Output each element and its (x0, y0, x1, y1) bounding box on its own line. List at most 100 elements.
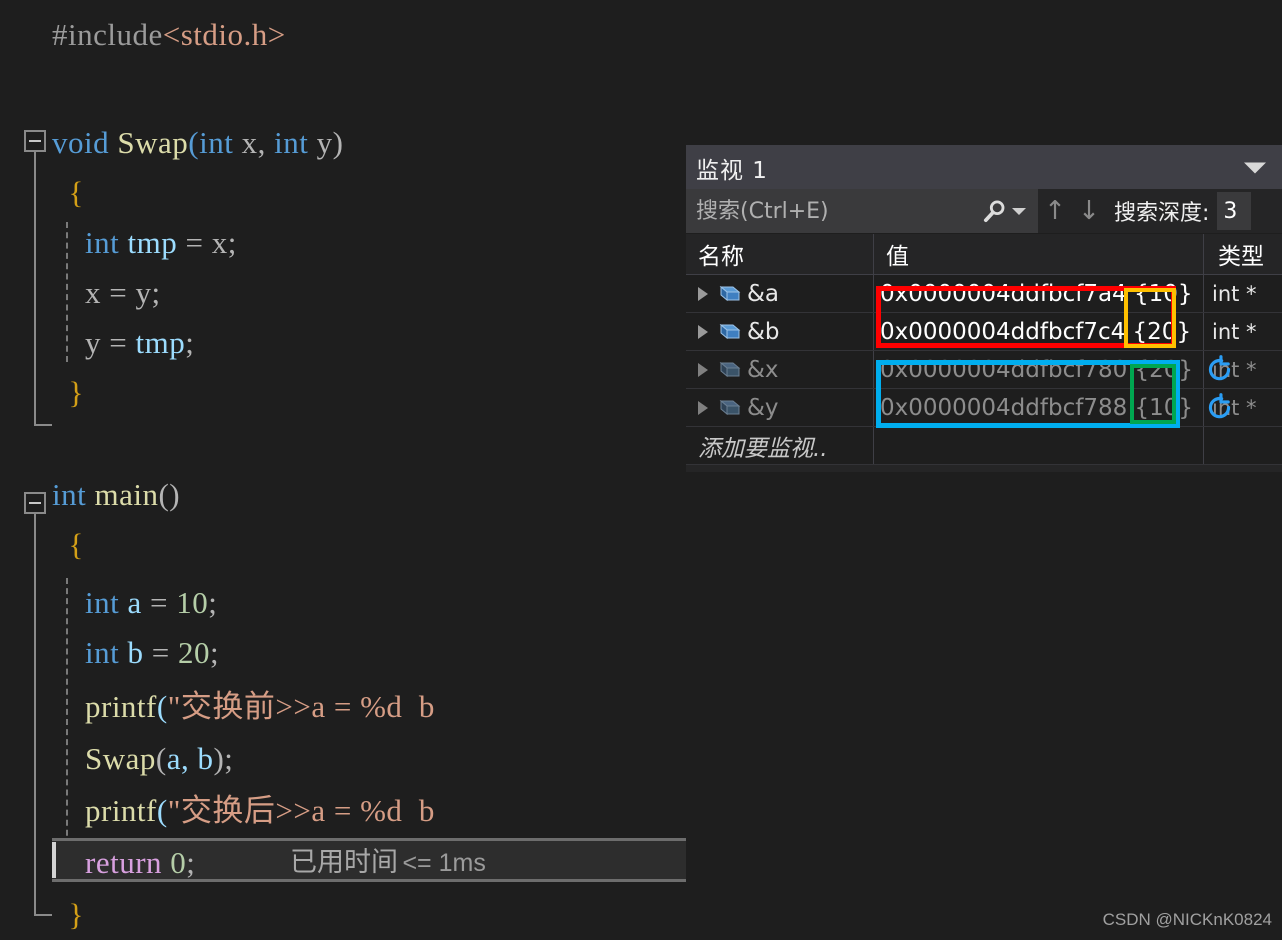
code-token: = (150, 585, 177, 620)
expand-triangle-icon[interactable] (692, 324, 714, 339)
watch-value-cell[interactable]: 0x0000004ddfbcf7a4 {10} (874, 275, 1204, 312)
column-header-value[interactable]: 值 (874, 234, 1204, 274)
expand-triangle-icon[interactable] (692, 362, 714, 377)
watch-grid: 名称 值 类型 &a 0x0000004ddfbcf7a4 {10} int * &b… (686, 234, 1282, 465)
fold-foot-swap (34, 424, 52, 426)
code-token: 20 (177, 635, 210, 670)
code-editor[interactable]: #include<stdio.h> void Swap(int x, int y)… (0, 0, 686, 940)
code-token: "交换后>>a = %d b (167, 793, 444, 828)
watch-window-title: 监视 1 (696, 158, 768, 184)
fold-toggle-swap[interactable] (24, 130, 46, 152)
table-row[interactable]: &a 0x0000004ddfbcf7a4 {10} int * (686, 275, 1282, 313)
expand-triangle-icon[interactable] (692, 286, 714, 301)
search-prev-button[interactable]: ↑ (1038, 189, 1072, 233)
code-token: } (52, 897, 84, 932)
elapsed-time-value: <= 1ms (402, 849, 486, 877)
code-token: y = (52, 325, 136, 360)
code-token: int (199, 125, 242, 160)
code-token: ; (209, 635, 220, 670)
code-token: void (52, 125, 118, 160)
variable-cube-icon (719, 323, 741, 339)
add-watch-name-cell[interactable]: 添加要监视.. (686, 427, 874, 464)
code-token: a (127, 585, 150, 620)
add-watch-value-cell[interactable] (874, 427, 1204, 464)
search-icon[interactable] (982, 198, 1008, 224)
watermark: CSDN @NICKnK0824 (1102, 910, 1272, 929)
search-options-chevron-icon[interactable] (1012, 207, 1026, 215)
add-watch-row[interactable]: 添加要监视.. (686, 427, 1282, 465)
watch-value-cell[interactable]: 0x0000004ddfbcf788 {10} (874, 389, 1204, 426)
add-watch-placeholder: 添加要监视.. (698, 435, 828, 462)
fold-toggle-main[interactable] (24, 492, 46, 514)
add-watch-type-cell[interactable] (1204, 427, 1282, 464)
elapsed-time-annotation: 已用时间 <= 1ms (290, 838, 486, 888)
code-token: { (52, 175, 84, 210)
elapsed-time-label: 已用时间 (290, 847, 398, 878)
watch-name: &y (747, 394, 779, 421)
code-token: "交换前>>a = %d b (167, 689, 444, 724)
watch-value: 0x0000004ddfbcf780 {20} (880, 356, 1194, 383)
code-token: { (52, 527, 84, 562)
code-token: tmp (127, 225, 186, 260)
watch-type: int * (1212, 319, 1257, 344)
watch-name: &a (747, 280, 780, 307)
code-token: 10 (176, 585, 209, 620)
code-token: return (85, 845, 171, 880)
code-token: ); (213, 741, 234, 776)
search-depth-label: 搜索深度: (1114, 201, 1210, 226)
chevron-down-icon[interactable] (1244, 162, 1266, 174)
watch-name-cell[interactable]: &a (686, 275, 874, 312)
search-depth-value[interactable]: 3 (1217, 192, 1252, 230)
code-token: int (274, 125, 317, 160)
column-header-name[interactable]: 名称 (686, 234, 874, 274)
table-row[interactable]: &b 0x0000004ddfbcf7c4 {20} int * (686, 313, 1282, 351)
code-token: ; (186, 845, 196, 880)
watch-name-cell[interactable]: &y (686, 389, 874, 426)
code-token: <stdio.h> (162, 17, 286, 52)
code-token: } (52, 375, 84, 410)
code-token: 0 (170, 845, 187, 880)
code-token: x, (241, 125, 275, 160)
search-next-button[interactable]: ↓ (1072, 189, 1106, 233)
table-row[interactable]: &y 0x0000004ddfbcf788 {10} int * (686, 389, 1282, 427)
code-token: int (85, 585, 128, 620)
watch-titlebar[interactable]: 监视 1 (686, 147, 1282, 189)
watch-name-cell[interactable]: &b (686, 313, 874, 350)
refresh-icon[interactable] (1205, 355, 1234, 384)
variable-cube-icon (719, 361, 741, 377)
code-token: #include (52, 17, 163, 52)
code-token: int (52, 477, 95, 512)
code-token: Swap (117, 125, 189, 160)
watch-value: 0x0000004ddfbcf7a4 {10} (880, 280, 1193, 307)
refresh-icon[interactable] (1205, 393, 1234, 422)
watch-name: &x (747, 356, 779, 383)
watch-value-cell[interactable]: 0x0000004ddfbcf7c4 {20} (874, 313, 1204, 350)
code-token: printf (85, 689, 157, 724)
search-box[interactable] (686, 189, 1038, 233)
table-row[interactable]: &x 0x0000004ddfbcf780 {20} int * (686, 351, 1282, 389)
watch-value: 0x0000004ddfbcf788 {10} (880, 394, 1194, 421)
code-token: ( (188, 125, 200, 160)
expand-triangle-icon[interactable] (692, 400, 714, 415)
watch-name: &b (747, 318, 780, 345)
column-header-type[interactable]: 类型 (1204, 234, 1282, 274)
code-token: ( (156, 793, 168, 828)
code-token: = (151, 635, 178, 670)
watch-grid-body: &a 0x0000004ddfbcf7a4 {10} int * &b 0x000000… (686, 275, 1282, 427)
fold-bracket-main (34, 514, 36, 914)
watch-value: 0x0000004ddfbcf7c4 {20} (880, 318, 1192, 345)
watch-name-cell[interactable]: &x (686, 351, 874, 388)
watch-value-cell[interactable]: 0x0000004ddfbcf780 {20} (874, 351, 1204, 388)
search-input[interactable] (686, 197, 982, 225)
variable-cube-icon (719, 285, 741, 301)
code-token: printf (85, 793, 157, 828)
code-token: ; (185, 325, 195, 360)
code-token: b (127, 635, 152, 670)
code-token: x = y; (52, 275, 161, 310)
code-token: = (185, 225, 212, 260)
code-token: int (85, 225, 128, 260)
code-token: () (158, 477, 181, 512)
fold-foot-main (34, 914, 52, 916)
